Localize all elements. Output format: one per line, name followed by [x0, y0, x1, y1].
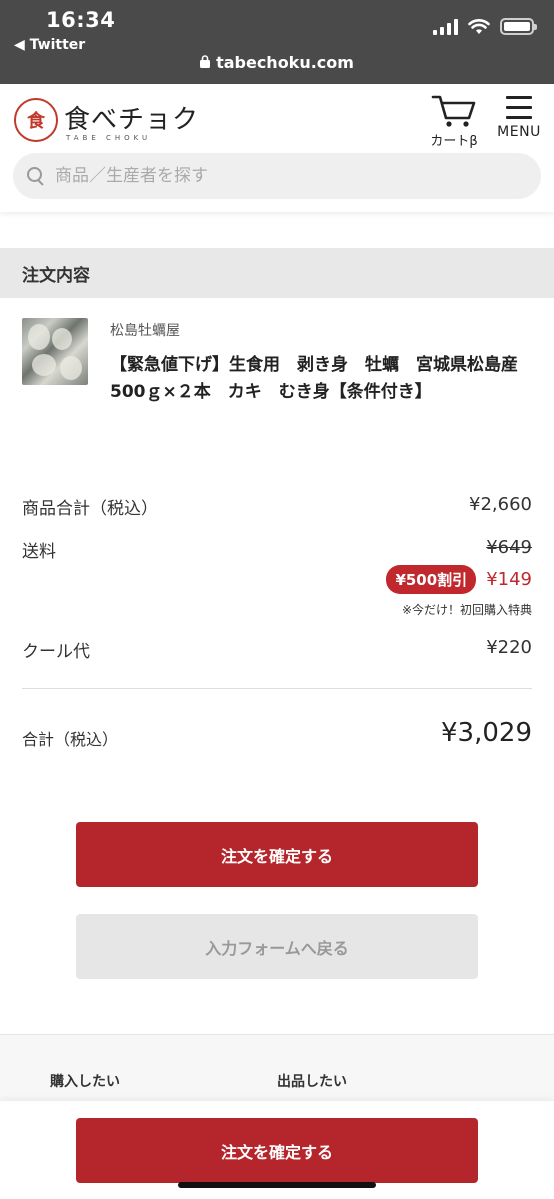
menu-label: MENU [497, 124, 541, 140]
search-icon [27, 167, 45, 185]
status-time: 16:34 [46, 8, 116, 32]
logo-text: 食べチョク [64, 104, 200, 135]
site-header: 食 食べチョク TABE CHOKU カートβ MENU [0, 84, 554, 212]
section-title: 注文内容 [0, 248, 554, 298]
search-bar[interactable] [13, 153, 541, 199]
footer-sell-heading[interactable]: 出品したい [277, 1071, 347, 1091]
wifi-icon [468, 18, 490, 34]
status-bar: 16:34 ◀ Twitter tabechoku.com [0, 0, 554, 84]
shipping-discount: ¥500割引 ¥149 [386, 565, 532, 594]
shipping-original-price: ¥649 [486, 537, 532, 558]
confirm-order-button[interactable]: 注文を確定する [76, 822, 478, 887]
site-logo[interactable]: 食 食べチョク TABE CHOKU [14, 98, 199, 142]
divider [22, 688, 532, 689]
total-value: ¥3,029 [441, 718, 532, 748]
cart-button[interactable]: カートβ [424, 94, 484, 149]
battery-icon [500, 18, 537, 35]
lock-icon [200, 53, 211, 72]
cart-label: カートβ [430, 134, 478, 149]
menu-button[interactable]: MENU [494, 96, 544, 150]
hamburger-icon [506, 96, 532, 119]
product-image[interactable] [22, 318, 88, 385]
shipping-note: ※今だけ！初回購入特典 [401, 603, 532, 617]
cart-icon [431, 95, 476, 127]
product-name[interactable]: 【緊急値下げ】生食用 剥き身 牡蠣 宮城県松島産 500ｇ×２本 カキ むき身【… [110, 352, 535, 406]
sticky-confirm-order-button[interactable]: 注文を確定する [76, 1118, 478, 1183]
url-bar[interactable]: tabechoku.com [0, 53, 554, 72]
logo-subtext: TABE CHOKU [66, 133, 152, 142]
total-label: 合計（税込） [22, 730, 119, 749]
logo-mark-icon: 食 [14, 98, 58, 142]
shipping-label: 送料 [22, 542, 56, 562]
url-text: tabechoku.com [216, 53, 354, 72]
shipping-discounted-price: ¥149 [486, 569, 532, 590]
back-to-app-link[interactable]: ◀ Twitter [14, 37, 85, 53]
home-indicator [178, 1182, 376, 1188]
subtotal-value: ¥2,660 [469, 494, 532, 515]
discount-badge: ¥500割引 [386, 565, 477, 594]
status-icons [433, 18, 537, 35]
signal-icon [433, 18, 458, 35]
search-input[interactable] [55, 166, 525, 186]
cool-fee-value: ¥220 [486, 637, 532, 658]
back-to-form-button[interactable]: 入力フォームへ戻る [76, 914, 478, 979]
subtotal-label: 商品合計（税込） [22, 499, 158, 519]
cool-fee-label: クール代 [22, 642, 90, 662]
product-seller[interactable]: 松島牡蠣屋 [110, 320, 180, 340]
footer-buy-heading[interactable]: 購入したい [50, 1071, 120, 1091]
